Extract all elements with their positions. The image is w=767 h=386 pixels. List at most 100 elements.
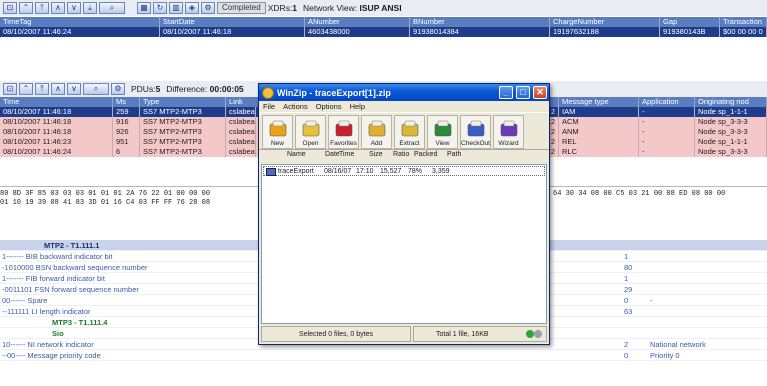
column-header-ratio[interactable]: Ratio — [387, 150, 411, 160]
pdu-cell-orig: Node sp_3-3-3 — [695, 147, 767, 157]
new-button[interactable]: New — [262, 115, 293, 149]
next-icon[interactable]: ∨ — [67, 2, 81, 14]
add-button[interactable]: Add — [361, 115, 392, 149]
column-header-date[interactable]: Date — [297, 150, 340, 160]
file-icon — [266, 168, 276, 176]
column-header-name[interactable]: Name — [261, 150, 306, 160]
pdu-cell-time: 08/10/2007 11:46:18 — [0, 107, 113, 117]
pdu-cell-type: SS7 MTP2-MTP3 — [140, 107, 226, 117]
export-icon[interactable]: ⊡ — [3, 83, 17, 95]
menu-actions[interactable]: Actions — [283, 101, 308, 112]
pdu-cell-time: 08/10/2007 11:46:24 — [0, 147, 113, 157]
column-header-type[interactable]: Type — [140, 97, 226, 107]
status-selected: Selected 0 files, 0 bytes — [261, 326, 411, 342]
tool-label: CheckOut — [461, 140, 490, 147]
column-header-bnumber[interactable]: BNumber — [410, 17, 550, 27]
columns-icon[interactable]: ▥ — [169, 2, 183, 14]
checkout-button[interactable]: CheckOut — [460, 115, 491, 149]
column-header-packed[interactable]: Packed — [411, 150, 441, 160]
decode-val: 0 — [624, 296, 629, 305]
list-item[interactable]: traceExport 08/16/07 17:10 15,527 78% 3,… — [263, 166, 545, 176]
column-header-size[interactable]: Size — [359, 150, 387, 160]
column-header-originating-node[interactable]: Originating nod — [695, 97, 767, 107]
column-header-startdate[interactable]: StartDate — [160, 17, 305, 27]
completed-status-button[interactable]: Completed — [217, 2, 266, 14]
menu-help[interactable]: Help — [350, 101, 365, 112]
sort-ascending-icon[interactable]: ⌃ — [19, 2, 33, 14]
pdu-cell-app: - — [639, 107, 695, 117]
decode-desc — [650, 240, 767, 250]
refresh-icon[interactable]: ↻ — [153, 2, 167, 14]
column-header-path[interactable]: Path — [441, 150, 467, 160]
settings-icon[interactable]: ⚙ — [201, 2, 215, 14]
prev-icon[interactable]: ∧ — [51, 83, 65, 95]
pdu-cell-type: SS7 MTP2-MTP3 — [140, 147, 226, 157]
pdu-cell-ms: 951 — [113, 137, 140, 147]
difference-value: Difference: 00:00:05 — [166, 84, 244, 94]
tool-label: Extract — [399, 140, 420, 147]
column-header-time[interactable]: Time — [329, 150, 359, 160]
checkout-icon — [465, 120, 487, 138]
sort-ascending-icon[interactable]: ⌃ — [19, 83, 33, 95]
first-icon[interactable]: ⤒ — [35, 2, 49, 14]
column-header-time[interactable]: Time — [0, 97, 113, 107]
file-time: 17:10 — [356, 168, 374, 175]
extract-icon — [399, 120, 421, 138]
column-header-transaction[interactable]: Transaction — [720, 17, 767, 27]
file-list: traceExport 08/16/07 17:10 15,527 78% 3,… — [261, 164, 547, 324]
pdu-cell-ms: 916 — [113, 117, 140, 127]
decode-val: 80 — [624, 263, 633, 272]
column-header-anumber[interactable]: ANumber — [305, 17, 410, 27]
decode-desc — [650, 284, 767, 294]
export-icon[interactable]: ⊡ — [3, 2, 17, 14]
status-total: Total 1 file, 16KB — [413, 326, 547, 342]
decode-desc: - — [650, 296, 653, 305]
column-header-timetag[interactable]: TimeTag — [0, 17, 160, 27]
decode-val — [620, 328, 650, 338]
pdu-cell-orig: Node sp_3-3-3 — [695, 117, 767, 127]
wizard-button[interactable]: Wizard — [493, 115, 524, 149]
prev-icon[interactable]: ∧ — [51, 2, 65, 14]
open-button[interactable]: Open — [295, 115, 326, 149]
column-header-ms[interactable]: Ms — [113, 97, 140, 107]
pdu-cell-time: 08/10/2007 11:46:18 — [0, 117, 113, 127]
grid-view-icon[interactable]: ▦ — [137, 2, 151, 14]
hex-line-1-right: 64 30 34 08 00 C5 03 21 00 08 ED 08 00 0… — [553, 190, 726, 198]
minimize-icon[interactable]: _ — [499, 86, 513, 99]
favorites-button[interactable]: Favorites — [328, 115, 359, 149]
first-icon[interactable]: ⤒ — [35, 83, 49, 95]
decode-val: 29 — [624, 285, 633, 294]
view-eye-icon — [432, 120, 454, 138]
pdu-cell-ms: 926 — [113, 127, 140, 137]
column-header-gap[interactable]: Gap — [660, 17, 720, 27]
pdu-cell-msg: ANM — [559, 127, 639, 137]
pdu-cell-type: SS7 MTP2-MTP3 — [140, 117, 226, 127]
decode-val: 1 — [624, 252, 629, 261]
xdr-table-row[interactable]: 08/10/2007 11:46:24 08/10/2007 11:46:18 46… — [0, 27, 767, 37]
winzip-title-bar[interactable]: WinZip - traceExport[1].zip _ □ ✕ — [259, 84, 549, 101]
view-button[interactable]: View — [427, 115, 458, 149]
pdu-cell-time: 08/10/2007 11:46:23 — [0, 137, 113, 147]
menu-options[interactable]: Options — [316, 101, 342, 112]
column-header-message-type[interactable]: Message type — [559, 97, 639, 107]
decode-desc — [650, 306, 767, 316]
next-icon[interactable]: ∨ — [67, 83, 81, 95]
search-icon[interactable]: ⌕ — [83, 83, 109, 95]
xdr-cell-startdate: 08/10/2007 11:46:18 — [160, 27, 305, 37]
extract-button[interactable]: Extract — [394, 115, 425, 149]
pdu-cell-msg: ACM — [559, 117, 639, 127]
menu-file[interactable]: File — [263, 101, 275, 112]
last-icon[interactable]: ⤓ — [83, 2, 97, 14]
xdrs-count: XDRs:1 — [267, 3, 297, 13]
decode-line[interactable]: --00---- Message priority code 0 Priority … — [0, 350, 767, 361]
pdu-cell-ms: 6 — [113, 147, 140, 157]
column-header-application[interactable]: Application — [639, 97, 695, 107]
column-header-chargenumber[interactable]: ChargeNumber — [550, 17, 660, 27]
decode-val — [620, 317, 650, 327]
maximize-icon[interactable]: □ — [516, 86, 530, 99]
filter-icon[interactable]: ◈ — [185, 2, 199, 14]
close-icon[interactable]: ✕ — [533, 86, 547, 99]
decode-val: 63 — [624, 307, 633, 316]
settings-icon[interactable]: ⚙ — [111, 83, 125, 95]
search-icon[interactable]: ⌕ — [99, 2, 125, 14]
